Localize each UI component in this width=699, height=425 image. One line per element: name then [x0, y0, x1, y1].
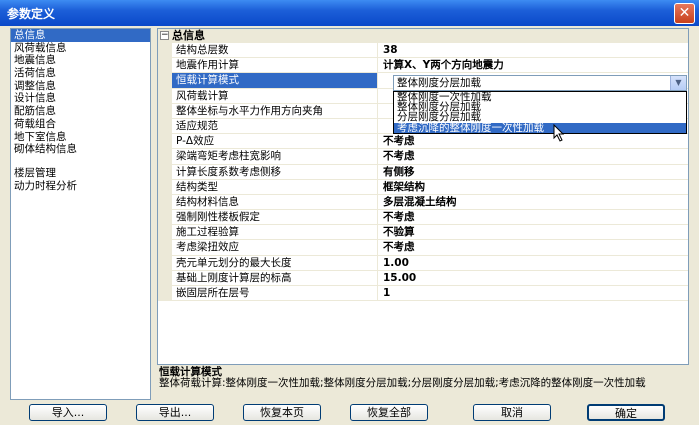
- property-name: 基础上刚度计算层的标高: [158, 270, 378, 285]
- window-title: 参数定义: [7, 7, 56, 21]
- category-list[interactable]: 总信息 风荷载信息 地震信息 活荷信息 调整信息 设计信息 配筋信息 荷载组合 …: [10, 28, 151, 400]
- property-row[interactable]: P-Δ效应 不考虑: [158, 134, 688, 150]
- category-item-masonry[interactable]: 砌体结构信息: [11, 143, 150, 156]
- property-value[interactable]: 1.00: [378, 256, 688, 270]
- close-icon: ✕: [678, 5, 691, 21]
- export-button[interactable]: 导出...: [136, 404, 214, 421]
- category-item-design[interactable]: 设计信息: [11, 92, 150, 105]
- property-name: 风荷载计算: [158, 88, 378, 103]
- property-name: 结构材料信息: [158, 194, 378, 210]
- option-item[interactable]: 考虑沉降的整体刚度一次性加载: [394, 122, 686, 133]
- category-item-load-combo[interactable]: 荷载组合: [11, 118, 150, 131]
- property-row[interactable]: 地震作用计算 计算X、Y两个方向地震力: [158, 58, 688, 74]
- property-row[interactable]: 嵌固层所在层号 1: [158, 286, 688, 302]
- close-button[interactable]: ✕: [674, 3, 695, 24]
- property-row[interactable]: 结构类型 框架结构: [158, 179, 688, 195]
- description-text: 整体荷载计算:整体刚度一次性加载;整体刚度分层加载;分层刚度分层加载;考虑沉降的…: [159, 377, 646, 389]
- property-value[interactable]: 不考虑: [378, 134, 688, 148]
- category-item-adjust[interactable]: 调整信息: [11, 80, 150, 93]
- property-value[interactable]: 有侧移: [378, 165, 688, 179]
- property-name: 施工过程验算: [158, 225, 378, 240]
- property-name: 恒载计算模式: [158, 73, 378, 88]
- load-mode-select[interactable]: 整体刚度分层加载 ▼: [393, 75, 687, 91]
- property-value[interactable]: 不验算: [378, 225, 688, 239]
- property-value[interactable]: 框架结构: [378, 180, 688, 194]
- property-row[interactable]: 计算长度系数考虑侧移 有侧移: [158, 164, 688, 180]
- property-name: 结构类型: [158, 179, 378, 194]
- property-name: 结构总层数: [158, 43, 378, 58]
- property-value[interactable]: 不考虑: [378, 149, 688, 163]
- ok-button[interactable]: 确定: [587, 404, 665, 421]
- property-name: 考虑梁扭效应: [158, 240, 378, 255]
- property-name: 地震作用计算: [158, 58, 378, 73]
- property-row[interactable]: 结构总层数 38: [158, 43, 688, 59]
- import-button[interactable]: 导入...: [29, 404, 107, 421]
- property-value[interactable]: 1: [378, 286, 688, 300]
- property-row[interactable]: 强制刚性楼板假定 不考虑: [158, 210, 688, 226]
- category-item-general[interactable]: 总信息: [11, 29, 150, 42]
- property-name: 整体坐标与水平力作用方向夹角: [158, 103, 378, 118]
- category-item-live-load[interactable]: 活荷信息: [11, 67, 150, 80]
- property-row[interactable]: 结构材料信息 多层混凝土结构: [158, 194, 688, 211]
- category-item-floor-manage[interactable]: 楼层管理: [11, 167, 150, 180]
- collapse-icon[interactable]: −: [160, 31, 169, 40]
- property-name: 适应规范: [158, 118, 378, 134]
- category-title: 总信息: [172, 29, 205, 42]
- restore-all-button[interactable]: 恢复全部: [350, 404, 428, 421]
- property-name: 梁端弯矩考虑柱宽影响: [158, 149, 378, 164]
- category-item-wind[interactable]: 风荷载信息: [11, 42, 150, 55]
- load-mode-options[interactable]: 整体刚度一次性加载 整体刚度分层加载 分层刚度分层加载 考虑沉降的整体刚度一次性…: [393, 91, 687, 134]
- restore-page-button[interactable]: 恢复本页: [243, 404, 321, 421]
- category-item-basement[interactable]: 地下室信息: [11, 131, 150, 144]
- property-row[interactable]: 壳元单元划分的最大长度 1.00: [158, 255, 688, 271]
- button-bar: 导入... 导出... 恢复本页 恢复全部 取消 确定: [0, 404, 699, 425]
- mouse-cursor-icon: [553, 124, 565, 142]
- property-value[interactable]: 不考虑: [378, 240, 688, 254]
- property-name: P-Δ效应: [158, 134, 378, 149]
- property-row[interactable]: 基础上刚度计算层的标高 15.00: [158, 270, 688, 286]
- property-value[interactable]: 38: [378, 43, 688, 57]
- category-header[interactable]: − 总信息: [158, 29, 688, 43]
- property-name: 计算长度系数考虑侧移: [158, 164, 378, 179]
- category-item-time-history[interactable]: 动力时程分析: [11, 180, 150, 193]
- chevron-down-icon[interactable]: ▼: [670, 76, 686, 90]
- property-name: 壳元单元划分的最大长度: [158, 255, 378, 270]
- property-value[interactable]: 15.00: [378, 271, 688, 285]
- load-mode-selected-value: 整体刚度分层加载: [397, 77, 481, 89]
- title-bar: 参数定义 ✕: [0, 0, 699, 26]
- cancel-button[interactable]: 取消: [473, 404, 551, 421]
- property-row[interactable]: 梁端弯矩考虑柱宽影响 不考虑: [158, 149, 688, 165]
- property-row[interactable]: 施工过程验算 不验算: [158, 225, 688, 241]
- property-row[interactable]: 考虑梁扭效应 不考虑: [158, 240, 688, 256]
- description-panel: 恒载计算模式 整体荷载计算:整体刚度一次性加载;整体刚度分层加载;分层刚度分层加…: [157, 365, 689, 401]
- category-item-seismic[interactable]: 地震信息: [11, 54, 150, 67]
- property-name: 强制刚性楼板假定: [158, 210, 378, 225]
- property-value[interactable]: 计算X、Y两个方向地震力: [378, 58, 688, 72]
- property-name: 嵌固层所在层号: [158, 286, 378, 301]
- category-item-rebar[interactable]: 配筋信息: [11, 105, 150, 118]
- property-value[interactable]: 多层混凝土结构: [378, 195, 688, 209]
- property-value[interactable]: 不考虑: [378, 210, 688, 224]
